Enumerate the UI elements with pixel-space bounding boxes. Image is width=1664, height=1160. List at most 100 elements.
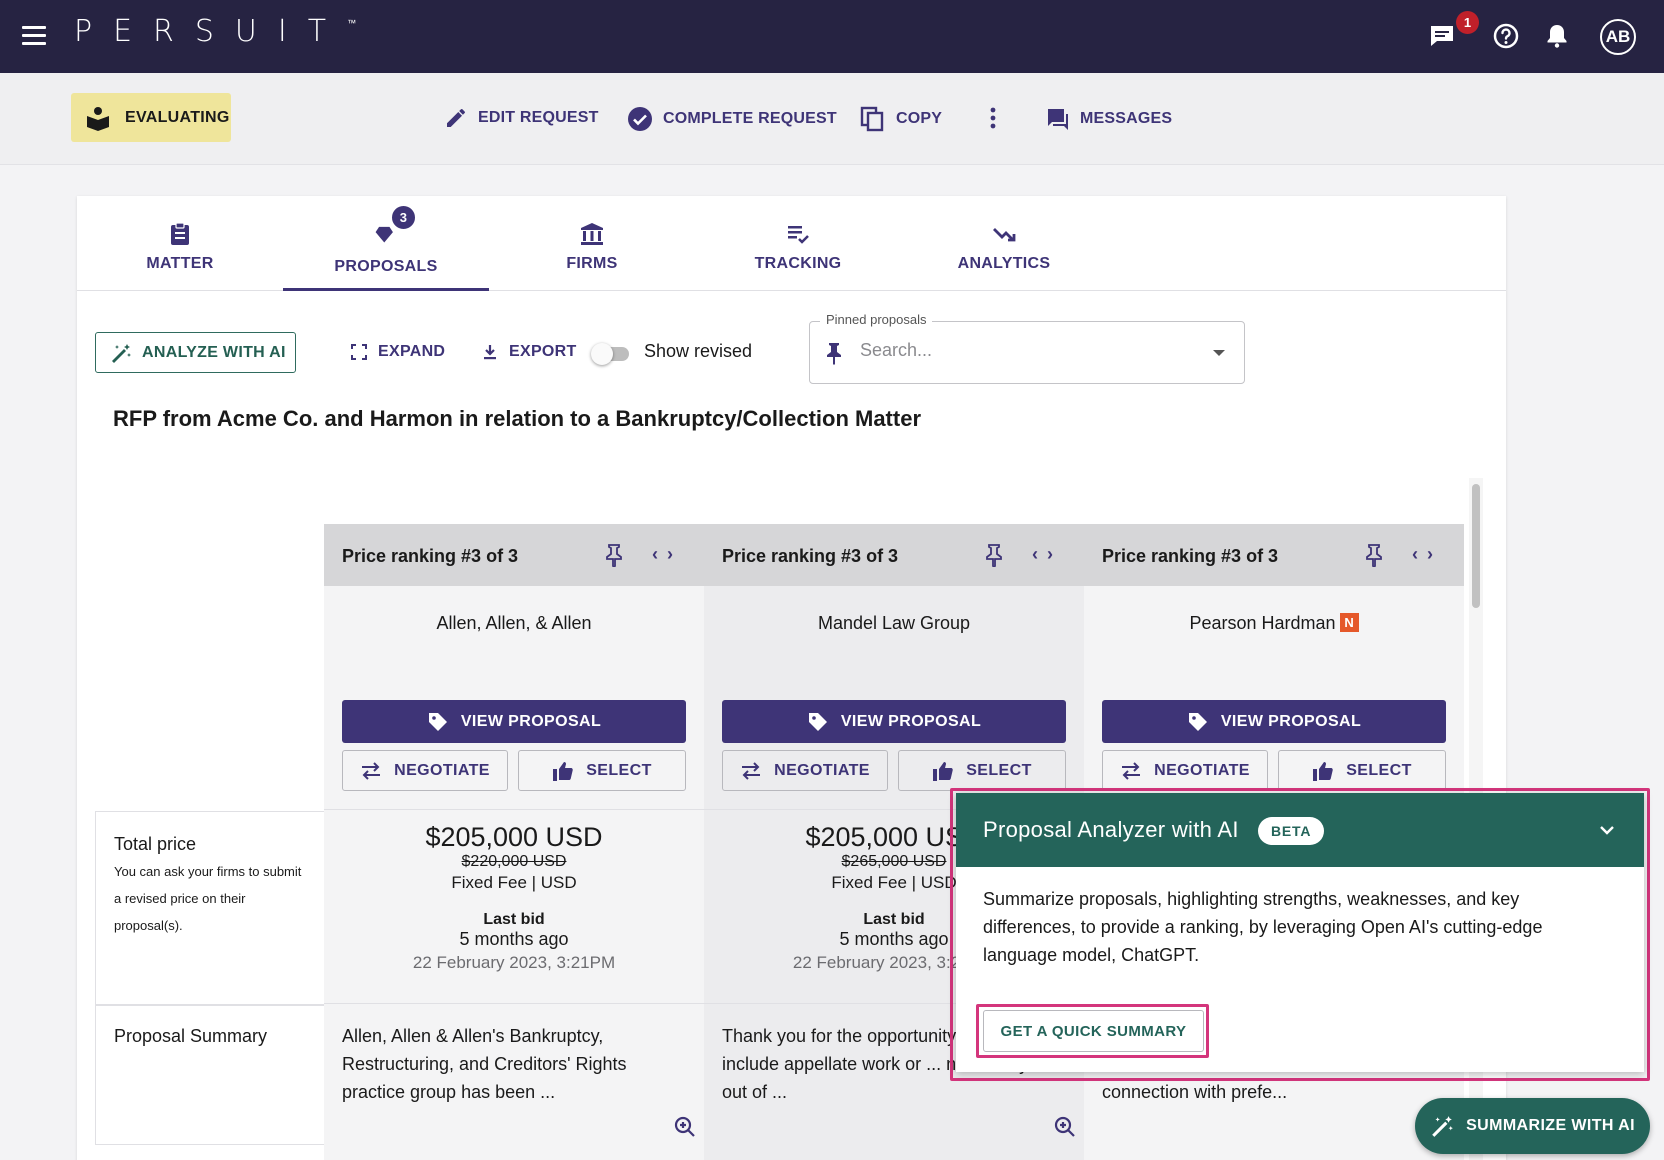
firm-name: Pearson Hardman N: [1084, 613, 1464, 634]
proposal-summary-row-label: Proposal Summary: [95, 1005, 326, 1145]
select-button[interactable]: SELECT: [898, 750, 1066, 791]
column-header: Price ranking #3 of 3 ‹ ›: [324, 524, 704, 586]
edit-request-button[interactable]: EDIT REQUEST: [444, 106, 599, 130]
swap-arrows-icon: [742, 761, 761, 780]
firm-name: Allen, Allen, & Allen: [436, 613, 592, 633]
tag-icon: [808, 712, 827, 731]
column-header: Price ranking #3 of 3 ‹ ›: [1084, 524, 1464, 586]
last-bid-date: 22 February 2023, 3:21PM: [412, 953, 616, 972]
reading-book-icon: [87, 106, 109, 131]
total-price-cell: $205,000 USD $220,000 USD Fixed Fee | US…: [324, 809, 704, 1003]
zoom-in-icon[interactable]: [674, 1116, 696, 1138]
select-button[interactable]: SELECT: [518, 750, 686, 791]
pin-icon[interactable]: [1364, 543, 1384, 567]
notifications-bell-icon[interactable]: [1541, 20, 1573, 52]
tag-icon: [428, 712, 447, 731]
price-ranking: Price ranking #3 of 3: [722, 546, 899, 566]
summarize-with-ai-button[interactable]: SUMMARIZE WITH AI: [1415, 1098, 1650, 1154]
status-chip-evaluating: EVALUATING: [71, 93, 231, 142]
messages-count-badge: 1: [1456, 11, 1479, 34]
pin-icon[interactable]: [984, 543, 1004, 567]
firm-name: Mandel Law Group: [817, 613, 971, 633]
trending-down-icon: [993, 228, 1016, 242]
swap-arrows-icon: [1122, 761, 1141, 780]
pin-icon: [827, 343, 841, 365]
ai-panel-header[interactable]: Proposal Analyzer with AI BETA: [956, 793, 1644, 867]
pinned-proposals-field[interactable]: Pinned proposals: [809, 312, 1245, 384]
top-app-bar: PERSUIT™ 1 AB: [0, 0, 1664, 73]
clipboard-icon: [171, 222, 189, 245]
tab-matter[interactable]: MATTER: [77, 196, 283, 291]
rfp-title: RFP from Acme Co. and Harmon in relation…: [113, 406, 922, 431]
pencil-icon: [447, 109, 465, 127]
price-ranking: Price ranking #3 of 3: [1102, 546, 1279, 566]
get-quick-summary-button[interactable]: GET A QUICK SUMMARY: [983, 1010, 1204, 1052]
thumbs-up-icon: [553, 761, 573, 781]
negotiate-button[interactable]: NEGOTIATE: [342, 750, 508, 791]
view-proposal-button[interactable]: VIEW PROPOSAL: [722, 700, 1066, 743]
expand-icon: [351, 344, 367, 360]
summary-text: connection with prefe...: [1102, 1082, 1288, 1102]
pinned-proposals-label: Pinned proposals: [820, 312, 933, 327]
help-icon[interactable]: [1490, 20, 1522, 52]
total-price-label: Total price: [114, 834, 197, 854]
persuit-logo[interactable]: PERSUIT™: [74, 14, 356, 49]
expand-button[interactable]: EXPAND: [350, 343, 445, 361]
user-avatar[interactable]: AB: [1600, 19, 1636, 55]
chevron-down-icon[interactable]: [1598, 821, 1616, 839]
menu-icon[interactable]: [22, 26, 46, 46]
negotiate-button[interactable]: NEGOTIATE: [722, 750, 888, 791]
total-price-row-label: Total price You can ask your firms to su…: [95, 811, 326, 1005]
copy-button[interactable]: COPY: [860, 106, 942, 132]
total-price-help: You can ask your firms to submit a revis…: [114, 864, 302, 933]
summary-text: Allen, Allen & Allen's Bankruptcy, Restr…: [342, 1026, 627, 1102]
messages-button[interactable]: MESSAGES: [1044, 106, 1172, 132]
negotiate-button[interactable]: NEGOTIATE: [1102, 750, 1268, 791]
dropdown-arrow-icon[interactable]: [1212, 349, 1226, 357]
fee-type: Fixed Fee | USD: [451, 873, 577, 892]
bank-building-icon: [581, 223, 603, 245]
checklist-icon: [788, 226, 809, 244]
ai-panel-title: Proposal Analyzer with AI: [983, 817, 1239, 842]
thumbs-up-icon: [933, 761, 953, 781]
proposals-count-badge: 3: [390, 204, 417, 231]
copy-icon: [860, 106, 884, 132]
analyze-with-ai-button[interactable]: ANALYZE WITH AI: [95, 332, 296, 373]
pin-icon[interactable]: [604, 543, 624, 567]
view-proposal-button[interactable]: VIEW PROPOSAL: [1102, 700, 1446, 743]
previous-price: $220,000 USD: [461, 853, 567, 870]
chat-icon[interactable]: [1426, 20, 1458, 52]
proposal-analyzer-panel: Proposal Analyzer with AI BETA Summarize…: [956, 793, 1644, 1072]
move-column-arrows-icon[interactable]: ‹ ›: [1032, 544, 1055, 565]
proposal-summary-cell: Allen, Allen & Allen's Bankruptcy, Restr…: [324, 1003, 704, 1143]
tag-icon: [1188, 712, 1207, 731]
view-proposal-button[interactable]: VIEW PROPOSAL: [342, 700, 686, 743]
tab-proposals[interactable]: 3 PROPOSALS: [283, 196, 489, 291]
proposal-column-1: Price ranking #3 of 3 ‹ › Allen, Allen, …: [324, 524, 704, 1160]
thumbs-up-icon: [1313, 761, 1333, 781]
ai-panel-description: Summarize proposals, highlighting streng…: [983, 889, 1543, 965]
show-revised-toggle[interactable]: [591, 342, 629, 365]
pinned-proposals-search-input[interactable]: [860, 340, 1190, 361]
price-ranking: Price ranking #3 of 3: [342, 546, 519, 566]
move-column-arrows-icon[interactable]: ‹ ›: [1412, 544, 1435, 565]
tab-firms[interactable]: FIRMS: [489, 196, 695, 291]
more-vertical-icon[interactable]: [985, 105, 1001, 131]
message-icon: [1046, 109, 1068, 130]
magic-wand-icon: [1432, 1116, 1453, 1137]
beta-badge: BETA: [1258, 817, 1325, 845]
price-amount: $205,000 USD: [425, 822, 603, 852]
new-firm-badge: N: [1339, 613, 1359, 632]
last-bid-ago: 5 months ago: [459, 929, 569, 949]
complete-request-button[interactable]: COMPLETE REQUEST: [627, 106, 837, 132]
export-button[interactable]: EXPORT: [481, 343, 577, 361]
zoom-in-icon[interactable]: [1054, 1116, 1076, 1138]
swap-arrows-icon: [362, 761, 381, 780]
last-bid-label: Last bid: [483, 911, 545, 928]
scrollbar-thumb[interactable]: [1472, 484, 1480, 608]
tab-bar: MATTER 3 PROPOSALS FIRMS TRACKING ANALYT…: [77, 196, 1506, 291]
tab-analytics[interactable]: ANALYTICS: [901, 196, 1107, 291]
select-button[interactable]: SELECT: [1278, 750, 1446, 791]
tab-tracking[interactable]: TRACKING: [695, 196, 901, 291]
move-column-arrows-icon[interactable]: ‹ ›: [652, 544, 675, 565]
